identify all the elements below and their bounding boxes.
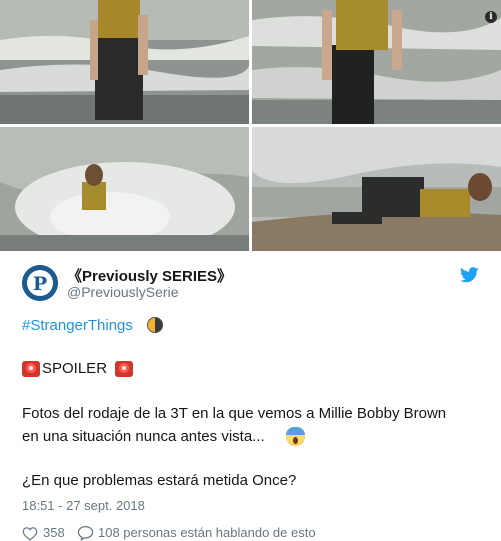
- tweet-timestamp[interactable]: 18:51 - 27 sept. 2018: [22, 498, 145, 513]
- screaming-face-emoji-icon: [286, 427, 305, 446]
- hashtag-link[interactable]: #StrangerThings: [22, 317, 133, 334]
- tweet-body-line-2: en una situación nunca antes vista...: [22, 428, 265, 445]
- tweet-question: ¿En que problemas estará metida Once?: [22, 472, 297, 489]
- twitter-bird-icon[interactable]: [460, 267, 479, 283]
- tweet-body-line-1: Fotos del rodaje de la 3T en la que vemo…: [22, 405, 447, 422]
- spoiler-text: SPOILER: [42, 360, 108, 377]
- photo-lying-on-sand[interactable]: [252, 127, 501, 251]
- svg-text:P: P: [33, 273, 47, 295]
- info-icon[interactable]: i: [485, 11, 497, 23]
- photo-grid: [0, 0, 501, 251]
- user-handle[interactable]: @PreviouslySerie: [67, 284, 178, 300]
- tweet-card: P 《Previously SERIES》 @PreviouslySerie #…: [0, 251, 501, 541]
- avatar[interactable]: P: [22, 265, 58, 301]
- half-moon-emoji-icon: [147, 317, 163, 333]
- display-name[interactable]: 《Previously SERIES》: [67, 265, 232, 286]
- siren-emoji-icon: [22, 361, 40, 377]
- heart-icon[interactable]: [22, 526, 38, 541]
- photo-falling-in-wave[interactable]: [0, 127, 249, 251]
- photo-standing-in-surf[interactable]: [0, 0, 249, 124]
- reply-icon[interactable]: [77, 525, 94, 541]
- siren-emoji-icon: [115, 361, 133, 377]
- photo-walking-in-surf[interactable]: [252, 0, 501, 124]
